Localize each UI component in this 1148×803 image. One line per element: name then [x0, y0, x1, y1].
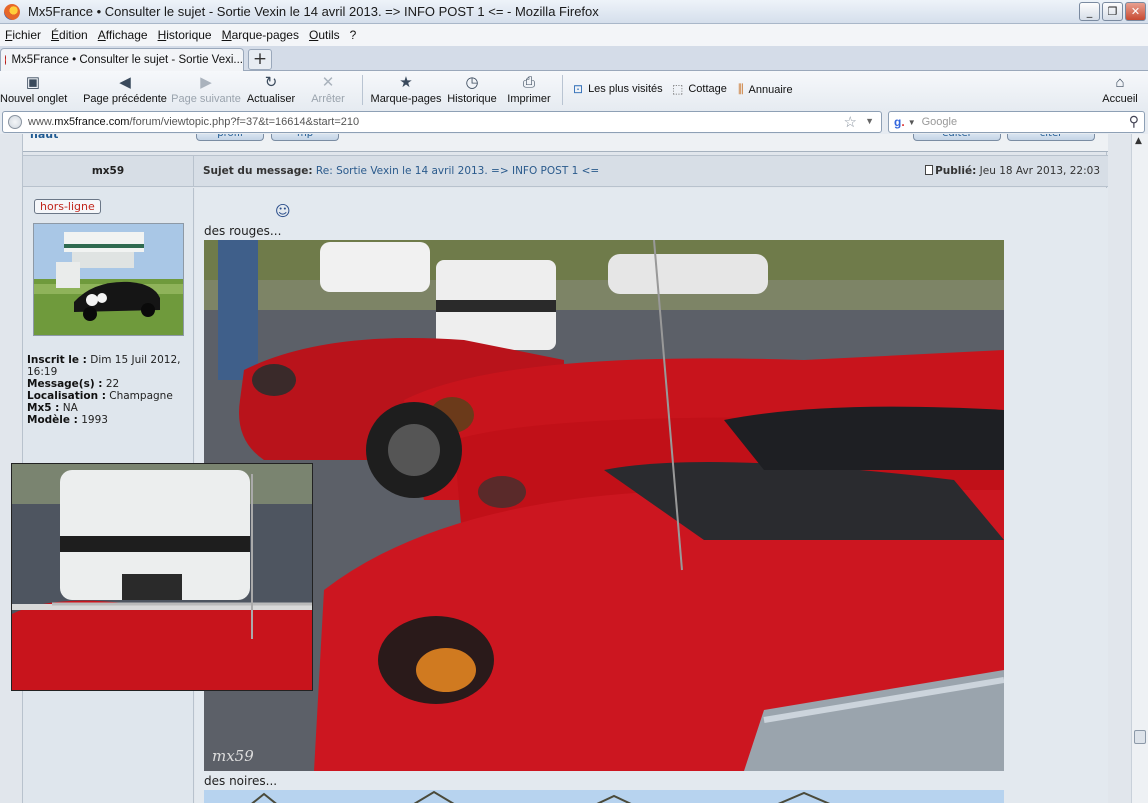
vertical-scrollbar[interactable]: ▲	[1131, 134, 1148, 803]
bookmark-star-icon: ★	[399, 74, 413, 91]
search-input[interactable]: Google	[922, 116, 957, 128]
message-count-row: Message(s) : 22	[27, 378, 120, 390]
magnifier-page-icon: ⊡	[573, 82, 584, 96]
scroll-up-arrow-icon[interactable]: ▲	[1135, 136, 1142, 146]
bookmark-cottage[interactable]: ⬚ Cottage	[672, 82, 727, 96]
new-tab-toolbar-button[interactable]: ▣ Nouvel onglet	[0, 74, 67, 105]
bookmark-annuaire[interactable]: ⫼ Annuaire	[738, 82, 793, 97]
menu-marque-pages[interactable]: Marque-pages	[217, 28, 304, 42]
menu-help[interactable]: ?	[345, 28, 362, 42]
history-button[interactable]: ◷ Historique	[447, 74, 497, 105]
chevron-down-icon[interactable]: ▼	[908, 118, 916, 127]
dotted-box-icon: ⬚	[672, 82, 684, 96]
stop-button[interactable]: ✕ Arrêter	[306, 74, 350, 105]
tab-bar: Mx5France • Consulter le sujet - Sortie …	[0, 46, 1148, 71]
url-text[interactable]: www.mx5france.com/forum/viewtopic.php?f=…	[28, 116, 359, 128]
print-button[interactable]: ⎙ Imprimer	[506, 74, 552, 105]
status-badge: hors-ligne	[34, 199, 101, 214]
red-cars-photo[interactable]: mx59	[204, 240, 1004, 771]
pm-button[interactable]: mp	[271, 134, 339, 141]
previous-post-footer: haut profil mp editer citer	[23, 134, 1108, 152]
page-viewport: haut profil mp editer citer mx59 Sujet d…	[0, 134, 1131, 803]
black-cars-photo[interactable]	[204, 790, 1004, 803]
google-icon[interactable]: g.	[894, 115, 905, 129]
post-author[interactable]: mx59	[23, 156, 194, 186]
post-date: Publié: Jeu 18 Avr 2013, 22:03	[925, 165, 1100, 177]
quote-button[interactable]: citer	[1007, 134, 1095, 141]
forward-button[interactable]: ▶ Page suivante	[170, 74, 242, 105]
location-row: Localisation : Champagne	[27, 390, 173, 402]
forward-arrow-icon: ▶	[200, 74, 212, 91]
toolbar-separator	[362, 75, 363, 105]
navigation-toolbar: ▣ Nouvel onglet ◀ Page précédente ▶ Page…	[0, 71, 1148, 110]
url-dropdown-icon[interactable]: ▼	[865, 116, 874, 126]
address-row: www.mx5france.com/forum/viewtopic.php?f=…	[0, 110, 1148, 134]
restore-button[interactable]: ❐	[1102, 2, 1123, 21]
new-tab-icon: ▣	[25, 74, 41, 91]
house-icon: ⌂	[1115, 74, 1125, 91]
subject-link[interactable]: Re: Sortie Vexin le 14 avril 2013. => IN…	[316, 165, 599, 177]
avatar	[33, 223, 184, 336]
post-document-icon[interactable]	[925, 165, 934, 175]
photo-watermark: mx59	[212, 747, 254, 765]
printer-icon: ⎙	[522, 74, 535, 91]
back-arrow-icon: ◀	[119, 74, 131, 91]
menu-outils[interactable]: Outils	[304, 28, 345, 42]
menu-edition[interactable]: Édition	[46, 28, 93, 42]
menu-bar: Fichier Édition Affichage Historique Mar…	[0, 24, 1148, 46]
zoom-inset-photo	[11, 463, 313, 691]
top-link[interactable]: haut	[30, 134, 58, 141]
toolbar-separator	[562, 75, 563, 105]
globe-icon	[8, 115, 22, 129]
mx5-row: Mx5 : NA	[27, 402, 78, 414]
minimize-button[interactable]: _	[1079, 2, 1100, 21]
clock-icon: ◷	[465, 74, 479, 91]
close-button[interactable]: ✕	[1125, 2, 1146, 21]
bookmark-most-visited[interactable]: ⊡ Les plus visités	[573, 82, 663, 96]
reload-icon: ↻	[264, 74, 278, 91]
site-favicon-icon	[5, 55, 7, 65]
scrollbar-thumb[interactable]	[1134, 730, 1146, 744]
post-subject: Sujet du message: Re: Sortie Vexin le 14…	[203, 165, 600, 177]
colored-bars-icon: ⫼	[738, 82, 744, 96]
tab-mx5france[interactable]: Mx5France • Consulter le sujet - Sortie …	[0, 48, 244, 71]
back-button[interactable]: ◀ Page précédente	[82, 74, 168, 105]
join-date-row: Inscrit le : Dim 15 Juil 2012, 16:19	[27, 354, 181, 378]
post-text-red: des rouges...	[204, 224, 282, 238]
bookmarks-button[interactable]: ★ Marque-pages	[370, 74, 442, 105]
post-body: ☺ des rouges... mx59 des noires...	[195, 188, 1108, 803]
menu-fichier[interactable]: Fichier	[0, 28, 46, 42]
firefox-icon	[4, 3, 20, 20]
tab-label: Mx5France • Consulter le sujet - Sortie …	[11, 54, 243, 66]
edit-button[interactable]: editer	[913, 134, 1001, 141]
post-header: mx59 Sujet du message: Re: Sortie Vexin …	[23, 155, 1108, 187]
bookmark-star-icon[interactable]: ☆	[844, 113, 857, 131]
window-title: Mx5France • Consulter le sujet - Sortie …	[28, 4, 599, 19]
url-bar[interactable]: www.mx5france.com/forum/viewtopic.php?f=…	[2, 111, 882, 133]
emoticon-icon: ☺	[275, 202, 291, 220]
menu-historique[interactable]: Historique	[153, 28, 217, 42]
search-icon[interactable]: ⚲	[1129, 113, 1139, 130]
model-row: Modèle : 1993	[27, 414, 108, 426]
new-tab-button[interactable]: +	[248, 49, 272, 70]
menu-affichage[interactable]: Affichage	[93, 28, 153, 42]
profile-button[interactable]: profil	[196, 134, 264, 141]
profile-stats: Inscrit le : Dim 15 Juil 2012, 16:19 Mes…	[27, 354, 191, 426]
post-text-black: des noires...	[204, 774, 278, 788]
window-titlebar: Mx5France • Consulter le sujet - Sortie …	[0, 0, 1148, 24]
stop-icon: ✕	[321, 74, 335, 91]
reload-button[interactable]: ↻ Actualiser	[246, 74, 296, 105]
search-bar[interactable]: g. ▼ Google ⚲	[888, 111, 1145, 133]
home-button[interactable]: ⌂ Accueil	[1098, 74, 1142, 105]
